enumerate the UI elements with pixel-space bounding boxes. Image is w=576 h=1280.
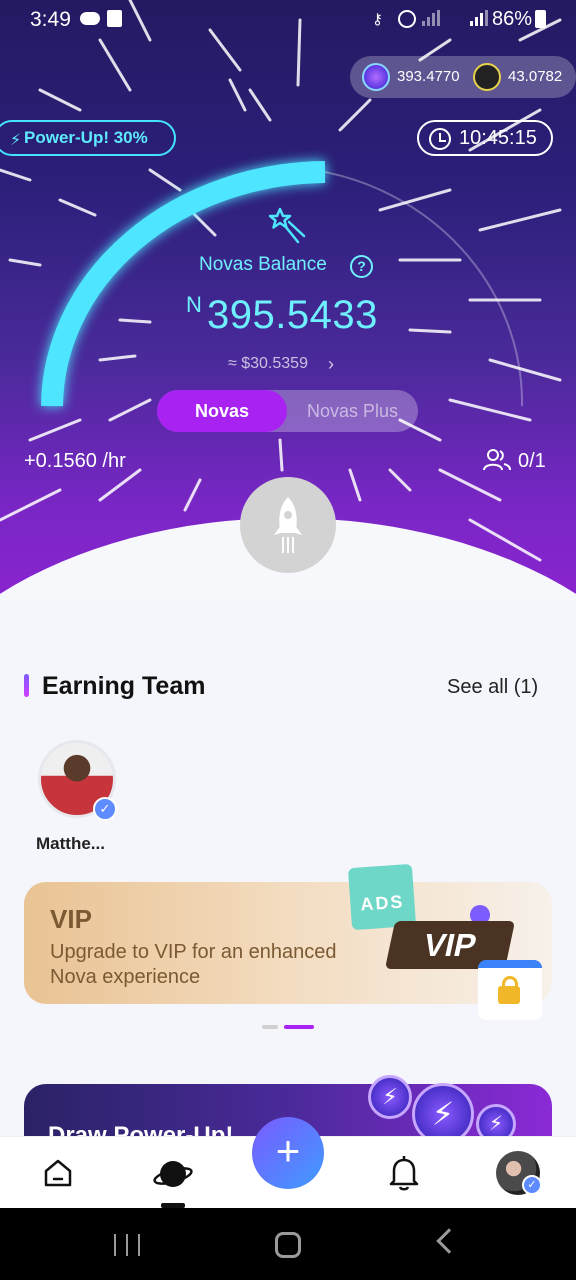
alarm-icon	[398, 10, 416, 28]
key-icon: ⚷	[372, 11, 383, 28]
lock-calendar-graphic	[478, 960, 542, 1020]
timer-value: 10:45:15	[459, 126, 537, 149]
vip-description: Upgrade to VIP for an enhanced Nova expe…	[50, 941, 337, 988]
tab-novas[interactable]: Novas	[157, 390, 287, 432]
signal-icon	[470, 10, 488, 26]
chevron-right-icon[interactable]: ›	[328, 354, 334, 375]
usd-equivalent[interactable]: ≈ $30.5359	[228, 355, 308, 373]
recent-apps-icon[interactable]	[114, 1234, 140, 1256]
back-icon[interactable]	[436, 1228, 462, 1254]
vip-title: VIP	[50, 904, 92, 934]
star-icon	[268, 207, 306, 244]
clock-icon	[429, 128, 451, 150]
lock-icon	[498, 976, 520, 1004]
team-count[interactable]: 0/1	[518, 450, 546, 473]
tab-novas-plus[interactable]: Novas Plus	[287, 390, 418, 432]
carousel-dot-active[interactable]	[284, 1025, 314, 1029]
system-home-icon[interactable]	[275, 1232, 301, 1258]
verified-badge-icon: ✓	[522, 1175, 542, 1195]
vip-tag-text: VIP	[420, 927, 480, 963]
balance-value: 395.5433	[207, 293, 378, 337]
carousel-dot[interactable]	[262, 1025, 278, 1029]
carousel-dots	[262, 1025, 318, 1031]
help-icon[interactable]: ?	[350, 255, 373, 278]
currency-mode-toggle: Novas Novas Plus	[157, 390, 418, 432]
bolt-coin-icon: ⚡	[368, 1075, 412, 1119]
add-icon: +	[275, 1127, 301, 1174]
battery-icon	[535, 10, 546, 28]
wallet-pill[interactable]: 393.4770 43.0782	[350, 56, 576, 98]
earning-team-title: Earning Team	[42, 672, 206, 700]
mining-progress-arc	[41, 161, 524, 407]
status-time: 3:49	[30, 8, 71, 31]
message-icon	[107, 10, 122, 27]
signal-icon	[422, 10, 440, 26]
nova-token-icon	[362, 63, 390, 91]
app-screen: 3:49 ⚷ 86% 393.4770 43.0782 ⚡ Power-Up! …	[0, 0, 576, 1280]
balance-currency-symbol: N	[186, 292, 202, 317]
explore-icon[interactable]	[153, 1154, 193, 1194]
add-button[interactable]: +	[252, 1117, 324, 1189]
status-bar: 3:49 ⚷ 86%	[0, 0, 576, 38]
cloud-icon	[80, 12, 100, 25]
wallet-alt-value: 43.0782	[508, 68, 563, 85]
bolt-icon: ⚡	[10, 132, 22, 149]
member-name[interactable]: Matthe...	[36, 834, 105, 854]
powerup-chip-label: Power-Up! 30%	[24, 128, 148, 147]
verified-badge-icon: ✓	[93, 797, 117, 821]
battery-percent: 86%	[492, 8, 533, 30]
balance-label: Novas Balance	[199, 254, 327, 275]
home-icon[interactable]	[42, 1157, 74, 1189]
wallet-nova-value: 393.4770	[397, 68, 460, 85]
bell-icon[interactable]	[388, 1155, 420, 1191]
team-icon[interactable]	[483, 448, 511, 472]
rocket-icon	[274, 497, 302, 553]
mining-rate: +0.1560 /hr	[24, 450, 126, 472]
system-nav-bar	[0, 1208, 576, 1280]
alt-token-icon	[473, 63, 501, 91]
section-accent-bar	[24, 674, 29, 697]
see-all-link[interactable]: See all (1)	[447, 676, 538, 699]
start-mining-button[interactable]	[240, 477, 336, 573]
